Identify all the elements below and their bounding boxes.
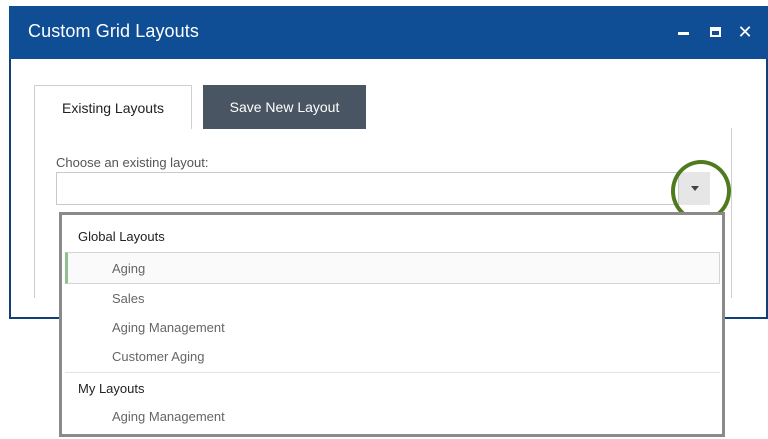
group-header-my-layouts: My Layouts [78,381,145,396]
tab-save-new-layout-label: Save New Layout [229,99,340,115]
title-bar[interactable]: Custom Grid Layouts ✕ [9,6,768,59]
close-icon: ✕ [737,21,753,42]
dialog-title: Custom Grid Layouts [28,21,199,41]
minimize-icon [677,31,689,35]
layout-field-label: Choose an existing layout: [56,155,209,170]
option-aging[interactable]: Aging [112,261,145,276]
screen: Custom Grid Layouts ✕ Existing Layouts S… [0,0,768,439]
tab-existing-layouts-label: Existing Layouts [62,99,164,116]
maximize-button[interactable] [705,22,725,42]
layout-dropdown-list: Global Layouts Aging Sales Aging Managem… [59,212,725,437]
tab-existing-layouts[interactable]: Existing Layouts [34,85,192,129]
highlighted-option [65,252,720,284]
option-my-aging-management[interactable]: Aging Management [112,409,225,424]
group-header-global-layouts: Global Layouts [78,229,165,244]
option-sales[interactable]: Sales [112,291,145,306]
option-customer-aging[interactable]: Customer Aging [112,349,205,364]
tab-save-new-layout[interactable]: Save New Layout [203,85,366,129]
close-button[interactable]: ✕ [735,22,755,42]
option-aging-management[interactable]: Aging Management [112,320,225,335]
group-divider [65,372,720,373]
maximize-icon [709,27,721,37]
minimize-button[interactable] [673,22,693,42]
layout-select[interactable] [56,172,710,205]
